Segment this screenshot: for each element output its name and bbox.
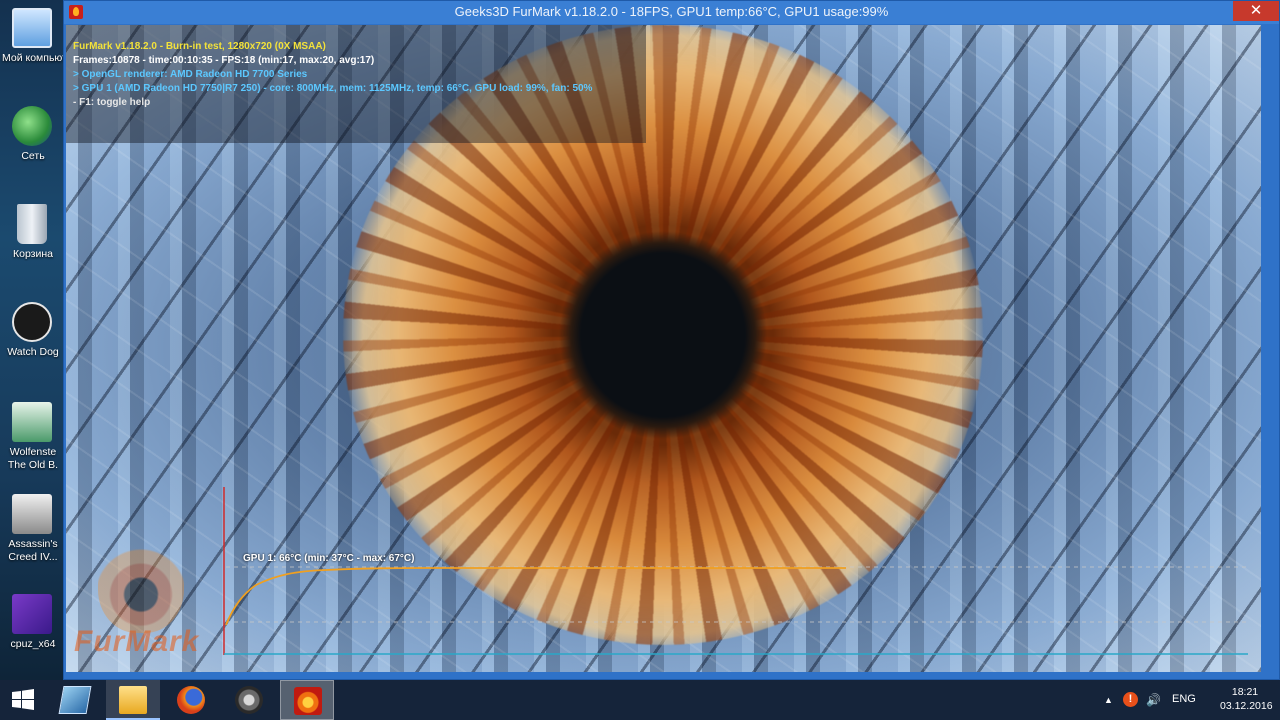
taskbar-file-explorer[interactable] bbox=[106, 680, 160, 720]
taskbar-desktop-toolbar[interactable] bbox=[48, 680, 102, 720]
firefox-icon bbox=[177, 686, 205, 714]
desktop-icon-assassins-creed[interactable]: Assassin's Creed IV... bbox=[0, 490, 64, 570]
tray-date: 03.12.2016 bbox=[1220, 700, 1273, 712]
desktop-icon-my-computer[interactable]: Мой компьюте bbox=[0, 4, 64, 90]
tray-language[interactable]: ENG bbox=[1172, 693, 1196, 705]
tray-volume-icon[interactable]: 🔊 bbox=[1146, 693, 1161, 707]
desktop-icon-wolfenstein[interactable]: Wolfenste The Old B. bbox=[0, 398, 64, 478]
computer-icon bbox=[12, 8, 52, 48]
desktop-icon-recycle-bin[interactable]: Корзина bbox=[0, 200, 64, 286]
taskbar-furmark[interactable] bbox=[280, 680, 334, 720]
cpuz-icon bbox=[12, 594, 52, 634]
furmark-icon bbox=[294, 687, 322, 715]
tray-show-hidden-icon[interactable]: ▲ bbox=[1104, 693, 1113, 707]
network-icon bbox=[12, 106, 52, 146]
assassins-creed-icon bbox=[12, 494, 52, 534]
stats-overlay: FurMark v1.18.2.0 - Burn-in test, 1280x7… bbox=[66, 25, 646, 143]
desktop-icon-label: Мой компьюте bbox=[2, 52, 64, 64]
taskbar-witcher[interactable] bbox=[222, 680, 276, 720]
window-title: Geeks3D FurMark v1.18.2.0 - 18FPS, GPU1 … bbox=[454, 4, 889, 19]
recycle-bin-icon bbox=[17, 204, 47, 244]
close-button[interactable]: ✕ bbox=[1233, 1, 1279, 21]
furmark-logo-flame bbox=[98, 537, 184, 633]
desktop-icon-label: Wolfenste The Old B. bbox=[7, 446, 59, 471]
furmark-window[interactable]: Geeks3D FurMark v1.18.2.0 - 18FPS, GPU1 … bbox=[63, 0, 1280, 680]
desktop-icon-label: Watch Dog bbox=[7, 346, 59, 358]
wolfenstein-icon bbox=[12, 402, 52, 442]
desktop-icon-network[interactable]: Сеть bbox=[0, 102, 64, 188]
overlay-title-line: FurMark v1.18.2.0 - Burn-in test, 1280x7… bbox=[73, 41, 326, 52]
taskbar-firefox[interactable] bbox=[164, 680, 218, 720]
start-button[interactable] bbox=[0, 680, 46, 720]
desktop-icon-label: Сеть bbox=[21, 150, 45, 162]
watch-dogs-icon bbox=[12, 302, 52, 342]
taskbar: ▲ ! 🔊 ENG 18:21 03.12.2016 bbox=[0, 680, 1280, 720]
overlay-renderer-line: > OpenGL renderer: AMD Radeon HD 7700 Se… bbox=[73, 69, 308, 80]
wolf-medallion-icon bbox=[235, 686, 263, 714]
graph-temperature-label: GPU 1: 66°C (min: 37°C - max: 67°C) bbox=[243, 553, 415, 564]
overlay-gpu-line: > GPU 1 (AMD Radeon HD 7750|R7 250) - co… bbox=[73, 83, 593, 94]
desktop-icon-cpuz[interactable]: cpuz_x64 bbox=[0, 590, 64, 676]
desktop-icon-watch-dogs[interactable]: Watch Dog bbox=[0, 298, 64, 384]
overlay-help-line: - F1: toggle help bbox=[73, 97, 151, 108]
desktop-icon-label: Assassin's Creed IV... bbox=[8, 538, 58, 563]
render-area[interactable]: FurMark FurMark v1.18.2.0 - Burn-in test… bbox=[66, 25, 1261, 672]
desktop-toolbar-icon bbox=[58, 686, 92, 714]
tray-warning-icon[interactable]: ! bbox=[1123, 692, 1138, 707]
windows-logo-icon bbox=[12, 689, 34, 710]
overlay-frames-line: Frames:10878 - time:00:10:35 - FPS:18 (m… bbox=[73, 55, 375, 66]
tray-clock[interactable]: 18:21 03.12.2016 bbox=[1220, 685, 1273, 713]
desktop-icon-label: cpuz_x64 bbox=[10, 638, 56, 650]
furmark-watermark: FurMark bbox=[74, 625, 200, 658]
tray-time: 18:21 bbox=[1231, 686, 1259, 698]
folder-icon bbox=[119, 686, 147, 714]
window-titlebar[interactable]: Geeks3D FurMark v1.18.2.0 - 18FPS, GPU1 … bbox=[64, 1, 1279, 24]
desktop-icon-label: Корзина bbox=[13, 248, 53, 260]
